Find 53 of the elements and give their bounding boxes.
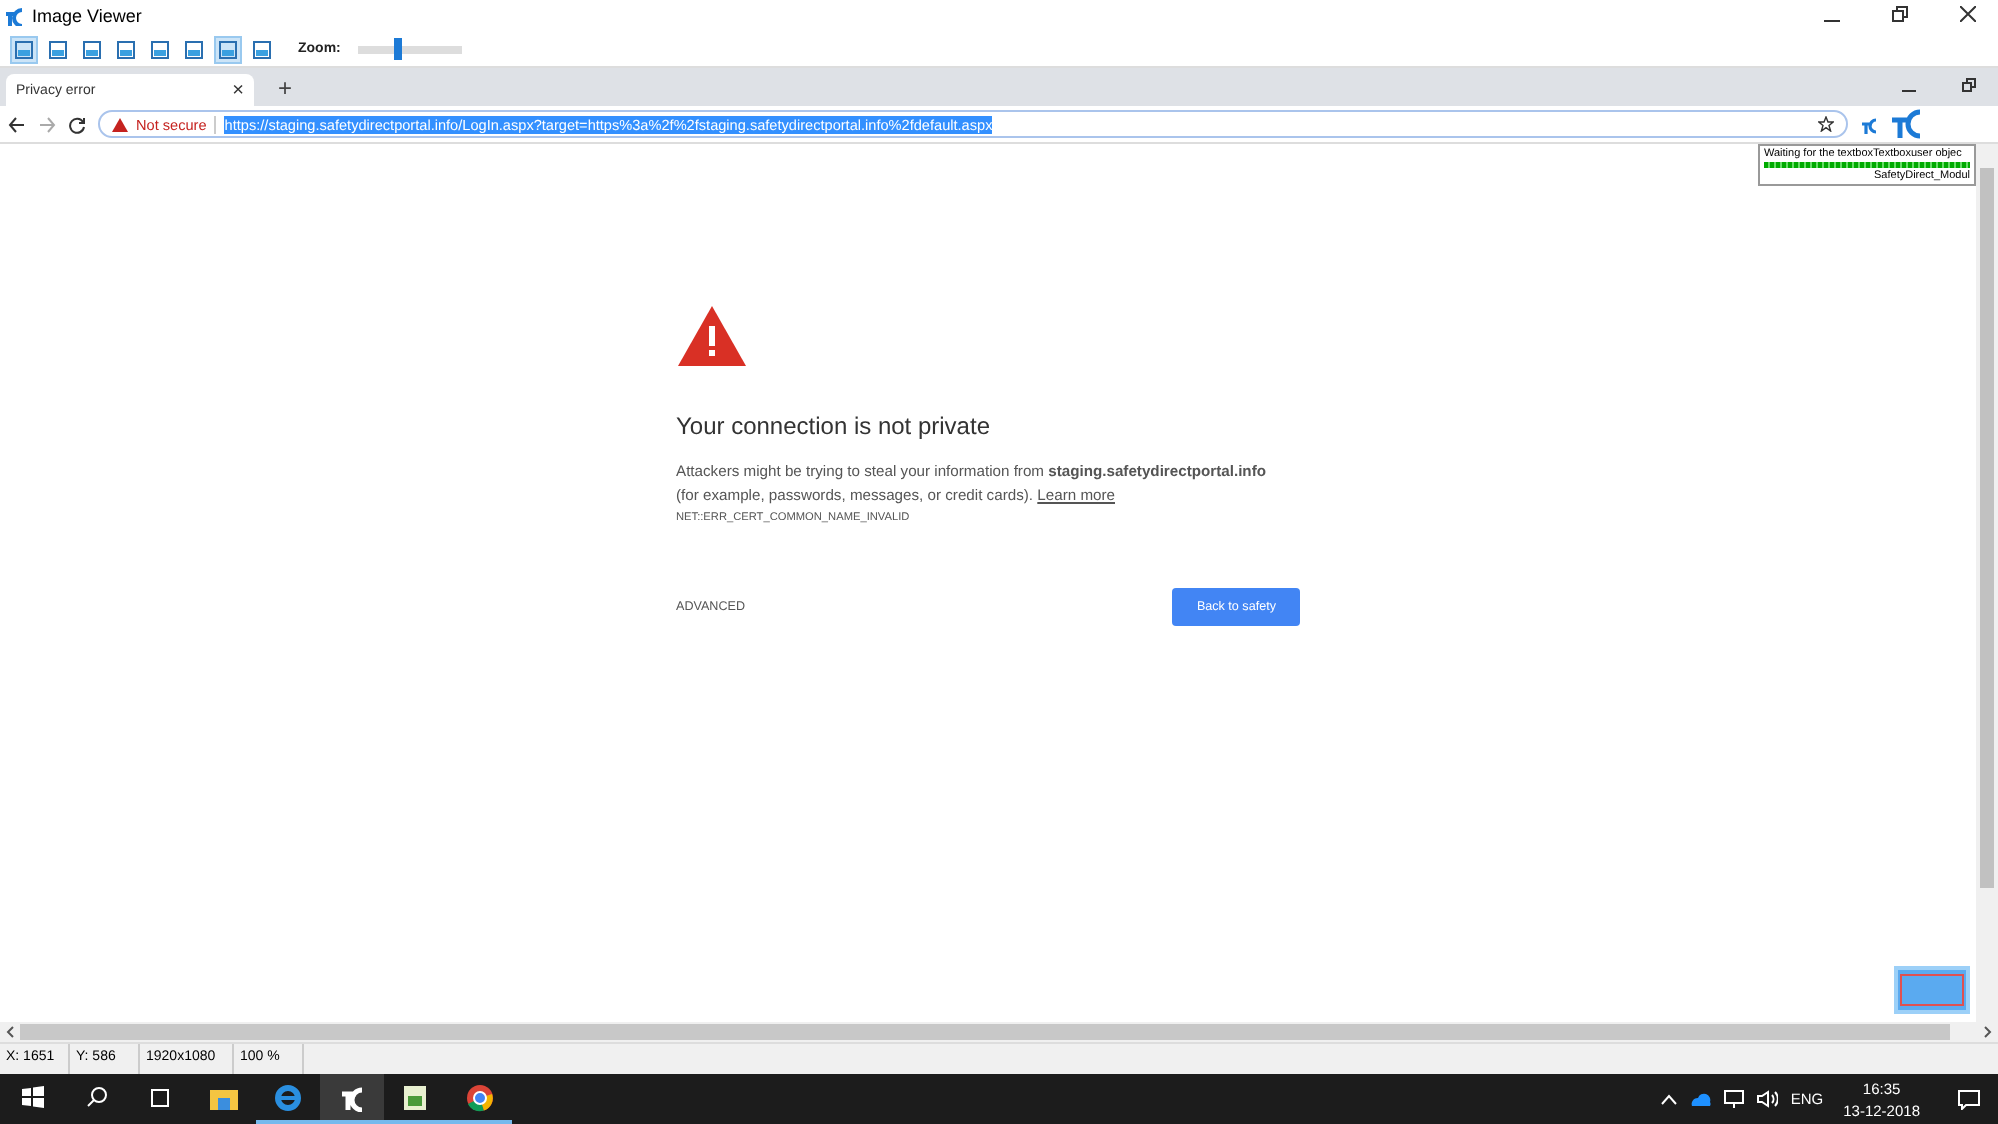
toolbar-button[interactable] xyxy=(44,35,72,63)
notepad-icon xyxy=(402,1083,430,1111)
notification-icon[interactable] xyxy=(1958,1089,1980,1109)
navigator-thumbnail[interactable] xyxy=(1894,966,1970,1014)
warning-icon xyxy=(676,304,748,368)
toolbar-button[interactable] xyxy=(146,35,174,63)
image-icon xyxy=(14,39,34,59)
chevron-right-icon[interactable] xyxy=(1984,1026,1992,1038)
warning-icon xyxy=(112,117,128,131)
reload-icon[interactable] xyxy=(68,115,86,133)
chevron-up-icon[interactable] xyxy=(1660,1093,1679,1105)
image-icon xyxy=(150,39,170,59)
speaker-icon[interactable] xyxy=(1756,1090,1779,1108)
tab-close-button[interactable]: × xyxy=(232,79,244,101)
windows-logo-icon xyxy=(21,1086,43,1108)
image-icon xyxy=(116,39,136,59)
star-icon[interactable] xyxy=(1818,116,1834,132)
toolbar-button[interactable] xyxy=(214,35,242,63)
image-icon xyxy=(184,39,204,59)
slider-thumb[interactable] xyxy=(394,37,403,59)
app-logo-icon xyxy=(338,1083,366,1111)
folder-icon xyxy=(210,1085,238,1109)
image-icon xyxy=(82,39,102,59)
toolbar-button[interactable] xyxy=(78,35,106,63)
minimize-icon[interactable] xyxy=(1824,19,1840,21)
cloud-icon[interactable] xyxy=(1690,1092,1713,1106)
app-logo-icon xyxy=(4,6,24,26)
minimize-icon[interactable] xyxy=(1901,90,1915,92)
task-view-icon xyxy=(148,1087,172,1107)
image-icon xyxy=(218,39,238,59)
app-logo-icon[interactable] xyxy=(1890,108,1922,140)
image-icon xyxy=(252,39,272,59)
browser-logo-icon xyxy=(466,1083,494,1111)
window-title: Image Viewer xyxy=(32,6,142,26)
page-heading: Your connection is not private xyxy=(676,412,992,440)
toolbar-button[interactable] xyxy=(180,35,208,63)
toolbar-button[interactable] xyxy=(248,35,276,63)
toolbar-button[interactable] xyxy=(10,35,38,63)
restore-icon[interactable] xyxy=(1892,5,1908,21)
back-arrow-icon[interactable] xyxy=(8,115,26,133)
horizontal-scrollbar[interactable] xyxy=(0,1022,1998,1042)
e-logo-icon xyxy=(274,1083,302,1111)
new-tab-button[interactable]: + xyxy=(278,74,293,102)
restore-icon[interactable] xyxy=(1961,78,1975,92)
search-icon xyxy=(85,1086,107,1108)
network-icon[interactable] xyxy=(1724,1090,1745,1108)
image-icon xyxy=(48,39,68,59)
extension-icon[interactable] xyxy=(1860,115,1878,133)
vertical-scrollbar[interactable] xyxy=(1976,144,1998,1022)
toolbar-button[interactable] xyxy=(112,35,140,63)
taskbar-app[interactable] xyxy=(320,1074,384,1124)
close-icon[interactable] xyxy=(1960,5,1976,21)
chevron-left-icon[interactable] xyxy=(6,1026,14,1038)
